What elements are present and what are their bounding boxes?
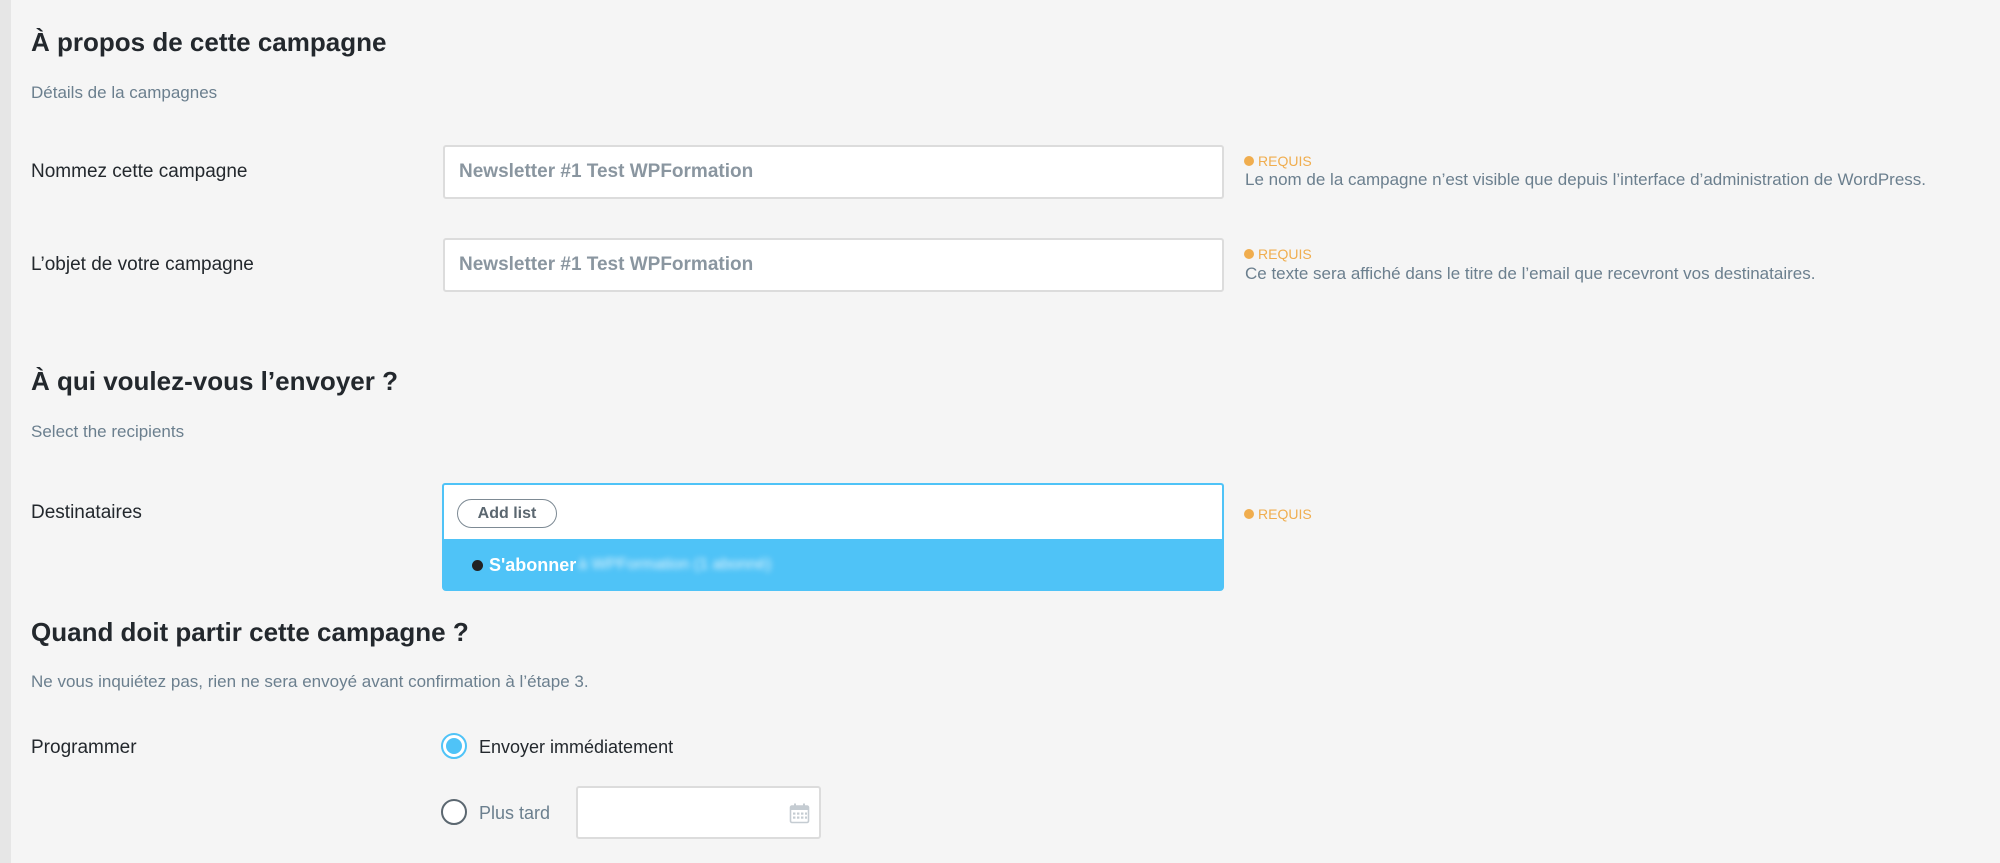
- campaign-subject-help: Ce texte sera affiché dans le titre de l…: [1245, 264, 1816, 283]
- required-text: REQUIS: [1258, 506, 1312, 522]
- recipients-select[interactable]: Add list: [442, 483, 1224, 539]
- required-badge: REQUIS: [1244, 506, 1312, 522]
- section-title-recipients: À qui voulez-vous l’envoyer ?: [31, 366, 398, 396]
- admin-sidebar-edge: [0, 0, 11, 863]
- radio-selected-dot: [446, 738, 462, 754]
- section-title-about: À propos de cette campagne: [31, 27, 387, 57]
- dropdown-option-blurred: à WPFormation (1 abonné): [578, 556, 772, 573]
- radio-later-label[interactable]: Plus tard: [479, 803, 550, 824]
- schedule-label: Programmer: [31, 737, 137, 758]
- campaign-name-input[interactable]: Newsletter #1 Test WPFormation: [443, 145, 1224, 199]
- campaign-subject-input[interactable]: Newsletter #1 Test WPFormation: [443, 238, 1224, 292]
- section-subtitle-schedule: Ne vous inquiétez pas, rien ne sera envo…: [31, 672, 589, 691]
- campaign-name-value: Newsletter #1 Test WPFormation: [459, 161, 754, 182]
- required-text: REQUIS: [1258, 153, 1312, 169]
- section-subtitle-about: Détails de la campagnes: [31, 83, 218, 102]
- campaign-name-help: Le nom de la campagne n’est visible que …: [1245, 170, 1927, 189]
- required-dot-icon: [1244, 156, 1254, 166]
- radio-send-now-label[interactable]: Envoyer immédiatement: [479, 737, 673, 758]
- required-dot-icon: [1244, 249, 1254, 259]
- section-title-schedule: Quand doit partir cette campagne ?: [31, 617, 469, 647]
- radio-send-now[interactable]: [441, 733, 467, 759]
- radio-later[interactable]: [441, 799, 467, 825]
- dropdown-option-label[interactable]: S'abonner: [489, 555, 576, 576]
- schedule-date-input[interactable]: [576, 786, 821, 839]
- required-text: REQUIS: [1258, 246, 1312, 262]
- campaign-subject-value: Newsletter #1 Test WPFormation: [459, 254, 754, 275]
- recipients-dropdown[interactable]: S'abonner à WPFormation (1 abonné): [442, 539, 1224, 591]
- add-list-button[interactable]: Add list: [457, 499, 557, 528]
- campaign-name-label: Nommez cette campagne: [31, 161, 248, 182]
- section-subtitle-recipients: Select the recipients: [31, 422, 185, 441]
- recipients-label: Destinataires: [31, 502, 142, 523]
- required-badge: REQUIS: [1244, 246, 1312, 262]
- campaign-subject-label: L’objet de votre campagne: [31, 254, 254, 275]
- calendar-icon[interactable]: [789, 803, 810, 824]
- required-dot-icon: [1244, 509, 1254, 519]
- bullet-icon: [472, 559, 483, 571]
- required-badge: REQUIS: [1244, 153, 1312, 169]
